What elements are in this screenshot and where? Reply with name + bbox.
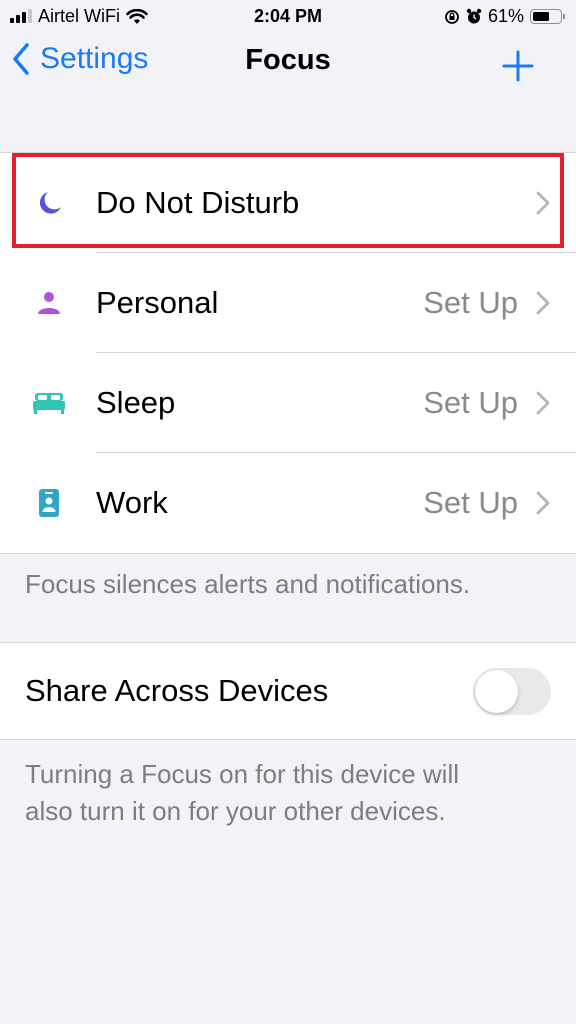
share-footer-line2: also turn it on for your other devices. [25, 796, 446, 826]
status-right: 61% [444, 6, 565, 27]
focus-footer-text: Focus silences alerts and notifications. [25, 569, 471, 599]
share-across-devices-row: Share Across Devices [0, 643, 576, 739]
focus-value: Set Up [423, 285, 518, 320]
chevron-right-icon [536, 491, 550, 515]
status-bar: Airtel WiFi 2:04 PM 61% [0, 0, 576, 34]
moon-icon [32, 186, 66, 220]
toggle-knob [475, 670, 518, 713]
share-footer-text: Turning a Focus on for this device will … [25, 756, 459, 830]
share-label: Share Across Devices [25, 673, 329, 708]
focus-value: Set Up [423, 485, 518, 520]
add-focus-button[interactable] [502, 50, 534, 87]
focus-label: Personal [96, 285, 219, 320]
focus-list: Do Not Disturb Personal Set Up Sleep Set… [0, 152, 576, 554]
focus-label: Do Not Disturb [96, 185, 300, 220]
battery-icon [530, 9, 565, 24]
focus-label: Sleep [96, 385, 176, 420]
focus-value: Set Up [423, 385, 518, 420]
navigation-bar: Settings Focus [0, 36, 576, 92]
focus-label: Work [96, 485, 168, 520]
share-group: Share Across Devices [0, 642, 576, 740]
focus-row-sleep[interactable]: Sleep Set Up [0, 353, 576, 453]
bed-icon [32, 386, 66, 420]
share-footer-line1: Turning a Focus on for this device will [25, 759, 460, 789]
focus-row-work[interactable]: Work Set Up [0, 453, 576, 553]
page-title: Focus [245, 44, 331, 76]
chevron-right-icon [536, 191, 550, 215]
battery-fill [533, 12, 549, 21]
chevron-right-icon [536, 391, 550, 415]
alarm-icon [466, 8, 482, 24]
chevron-right-icon [536, 291, 550, 315]
focus-row-personal[interactable]: Personal Set Up [0, 253, 576, 353]
person-icon [32, 286, 66, 320]
id-badge-icon [32, 486, 66, 520]
share-across-devices-toggle[interactable] [473, 668, 551, 715]
plus-icon [502, 50, 534, 82]
battery-percent: 61% [487, 6, 524, 26]
orientation-lock-icon [445, 9, 459, 24]
focus-row-do-not-disturb[interactable]: Do Not Disturb [0, 153, 576, 253]
